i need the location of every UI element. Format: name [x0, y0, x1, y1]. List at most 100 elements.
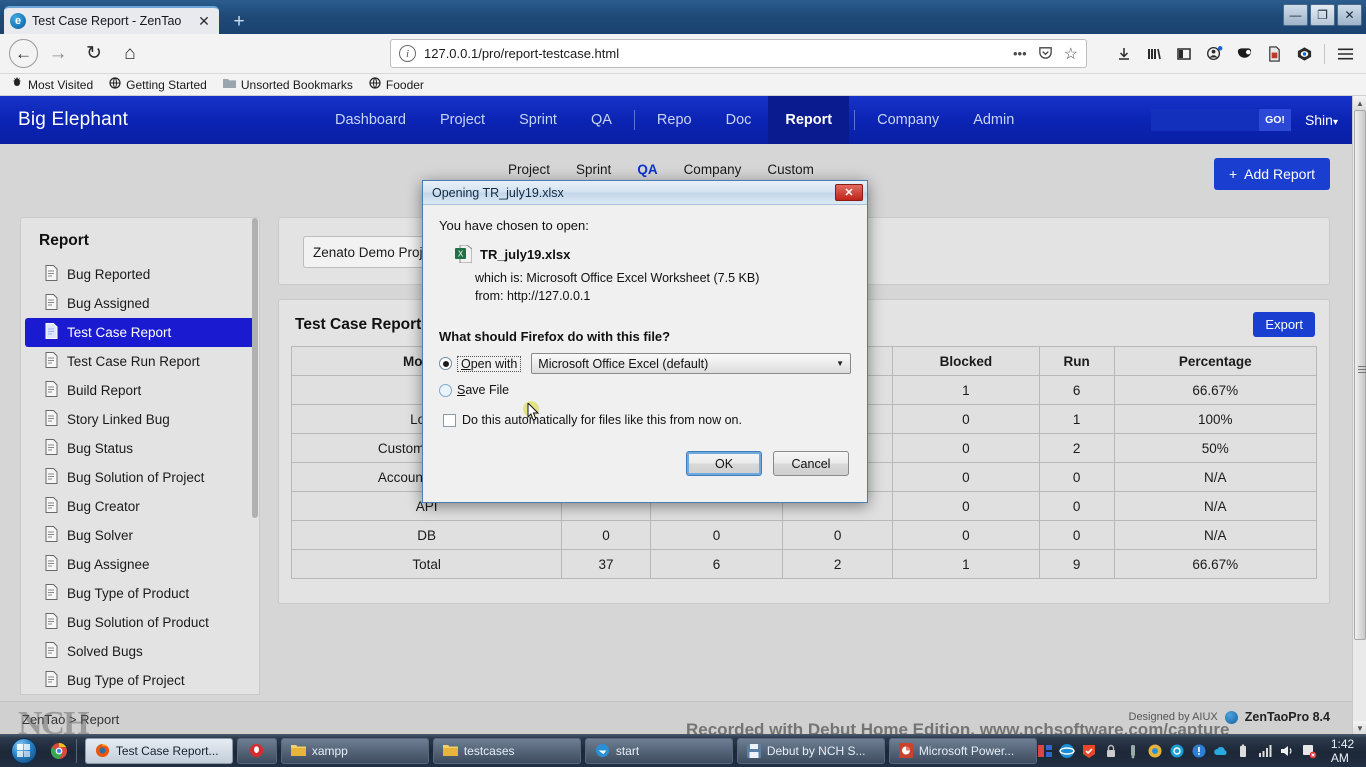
- scroll-up-icon[interactable]: ▲: [1353, 96, 1366, 110]
- sidebar-item-bug-type-of-product[interactable]: Bug Type of Product: [25, 579, 255, 608]
- sidebar-scrollbar[interactable]: [251, 218, 259, 694]
- scroll-down-icon[interactable]: ▼: [1353, 721, 1366, 735]
- taskbar-item-test-case-report[interactable]: Test Case Report...: [84, 737, 233, 764]
- taskbar-clock[interactable]: 1:42 AM: [1331, 737, 1356, 765]
- address-bar[interactable]: i 127.0.0.1/pro/report-testcase.html •••…: [390, 39, 1087, 68]
- sidebar-item-bug-type-of-project[interactable]: Bug Type of Project: [25, 666, 255, 694]
- bookmark-most-visited[interactable]: Most Visited: [11, 77, 93, 92]
- go-button[interactable]: GO!: [1259, 109, 1291, 131]
- subnav-qa[interactable]: QA: [637, 162, 657, 177]
- dialog-close-icon[interactable]: ✕: [835, 184, 863, 201]
- nav-admin[interactable]: Admin: [956, 96, 1031, 144]
- start-button[interactable]: [2, 735, 45, 766]
- forward-icon[interactable]: →: [42, 39, 74, 69]
- save-file-radio[interactable]: [439, 383, 452, 397]
- alert-icon[interactable]: [1191, 743, 1207, 759]
- flag-icon[interactable]: [1301, 743, 1317, 759]
- update-icon[interactable]: [1147, 743, 1163, 759]
- search-input[interactable]: [1151, 109, 1260, 131]
- pocket-icon[interactable]: [1229, 39, 1259, 69]
- restore-icon[interactable]: ❐: [1310, 4, 1335, 26]
- sidebar-scrollbar-thumb[interactable]: [252, 218, 258, 518]
- bookmark-star-icon[interactable]: ☆: [1064, 44, 1078, 64]
- taskbar-item-start[interactable]: start: [584, 737, 733, 764]
- subnav-custom[interactable]: Custom: [767, 162, 814, 177]
- sidebar-item-bug-solution-of-project[interactable]: Bug Solution of Project: [25, 463, 255, 492]
- library-icon[interactable]: [1139, 39, 1169, 69]
- nav-repo[interactable]: Repo: [640, 96, 709, 144]
- network-monitor-icon[interactable]: [1037, 743, 1053, 759]
- nav-report[interactable]: Report: [768, 96, 850, 144]
- ie-icon[interactable]: [1059, 743, 1075, 759]
- minimize-icon[interactable]: —: [1283, 4, 1308, 26]
- auto-handle-row[interactable]: Do this automatically for files like thi…: [443, 413, 851, 427]
- page-scrollbar-thumb[interactable]: [1354, 110, 1366, 640]
- bookmark-getting-started[interactable]: Getting Started: [109, 77, 207, 92]
- ok-button[interactable]: OK: [686, 451, 762, 476]
- sidebar-item-bug-solver[interactable]: Bug Solver: [25, 521, 255, 550]
- user-menu[interactable]: Shin▾: [1305, 112, 1338, 128]
- quicklaunch-chrome[interactable]: [45, 737, 71, 765]
- volume-icon[interactable]: [1279, 743, 1295, 759]
- security-icon[interactable]: [1103, 743, 1119, 759]
- eye-icon[interactable]: [1289, 39, 1319, 69]
- signal-icon[interactable]: [1257, 743, 1273, 759]
- open-with-radio[interactable]: [439, 357, 452, 370]
- reader-icon[interactable]: [1259, 39, 1289, 69]
- taskbar-item-testcases[interactable]: testcases: [432, 737, 581, 764]
- application-select[interactable]: Microsoft Office Excel (default) ▼: [531, 353, 851, 374]
- download-icon[interactable]: [1109, 39, 1139, 69]
- sidebar-item-test-case-run-report[interactable]: Test Case Run Report: [25, 347, 255, 376]
- usb-icon[interactable]: [1125, 743, 1141, 759]
- page-actions-icon[interactable]: •••: [1013, 46, 1027, 61]
- pocket-icon[interactable]: [1038, 45, 1053, 63]
- save-file-row[interactable]: Save File: [439, 383, 851, 397]
- nav-sprint[interactable]: Sprint: [502, 96, 574, 144]
- sidebar-item-story-linked-bug[interactable]: Story Linked Bug: [25, 405, 255, 434]
- nav-project[interactable]: Project: [423, 96, 502, 144]
- open-with-row[interactable]: Open with Microsoft Office Excel (defaul…: [439, 353, 851, 374]
- export-button[interactable]: Export: [1253, 312, 1315, 337]
- close-window-icon[interactable]: ✕: [1337, 4, 1362, 26]
- taskbar-item-debut-by-nch-s[interactable]: Debut by NCH S...: [736, 737, 885, 764]
- menu-icon[interactable]: [1330, 39, 1360, 69]
- add-report-button[interactable]: + Add Report: [1213, 158, 1330, 190]
- nav-qa[interactable]: QA: [574, 96, 629, 144]
- browser-tab[interactable]: e Test Case Report - ZenTao ✕: [4, 6, 219, 34]
- sidebar-item-test-case-report[interactable]: Test Case Report: [25, 318, 255, 347]
- page-scrollbar[interactable]: ▲ ▼: [1352, 96, 1366, 735]
- taskbar-item-xampp[interactable]: xampp: [280, 737, 429, 764]
- sidebar-item-bug-assignee[interactable]: Bug Assignee: [25, 550, 255, 579]
- auto-handle-checkbox[interactable]: [443, 413, 456, 427]
- page-info-icon[interactable]: i: [399, 45, 416, 62]
- close-icon[interactable]: ✕: [195, 12, 213, 30]
- subnav-project[interactable]: Project: [508, 162, 550, 177]
- bookmark-fooder[interactable]: Fooder: [369, 77, 424, 92]
- reload-icon[interactable]: ↻: [78, 39, 110, 69]
- sidebar-item-bug-reported[interactable]: Bug Reported: [25, 260, 255, 289]
- home-icon[interactable]: ⌂: [114, 39, 146, 69]
- taskbar-item-debut[interactable]: [236, 737, 277, 764]
- subnav-sprint[interactable]: Sprint: [576, 162, 611, 177]
- subnav-company[interactable]: Company: [684, 162, 742, 177]
- nav-company[interactable]: Company: [860, 96, 956, 144]
- antivirus-icon[interactable]: [1081, 743, 1097, 759]
- sidebar-item-bug-assigned[interactable]: Bug Assigned: [25, 289, 255, 318]
- bookmark-unsorted[interactable]: Unsorted Bookmarks: [222, 78, 353, 92]
- new-tab-button[interactable]: +: [228, 11, 250, 33]
- nav-dashboard[interactable]: Dashboard: [318, 96, 423, 144]
- sidebar-item-bug-creator[interactable]: Bug Creator: [25, 492, 255, 521]
- sidebar-item-build-report[interactable]: Build Report: [25, 376, 255, 405]
- taskbar-item-microsoft-power[interactable]: Microsoft Power...: [888, 737, 1037, 764]
- sidebar-item-bug-status[interactable]: Bug Status: [25, 434, 255, 463]
- sync-icon[interactable]: [1169, 743, 1185, 759]
- account-icon[interactable]: [1199, 39, 1229, 69]
- cancel-button[interactable]: Cancel: [773, 451, 849, 476]
- nav-doc[interactable]: Doc: [709, 96, 769, 144]
- sidebar-item-solved-bugs[interactable]: Solved Bugs: [25, 637, 255, 666]
- sidebar-item-bug-solution-of-product[interactable]: Bug Solution of Product: [25, 608, 255, 637]
- back-icon[interactable]: ←: [9, 39, 38, 68]
- cloud-icon[interactable]: [1213, 743, 1229, 759]
- sidebar-icon[interactable]: [1169, 39, 1199, 69]
- battery-icon[interactable]: [1235, 743, 1251, 759]
